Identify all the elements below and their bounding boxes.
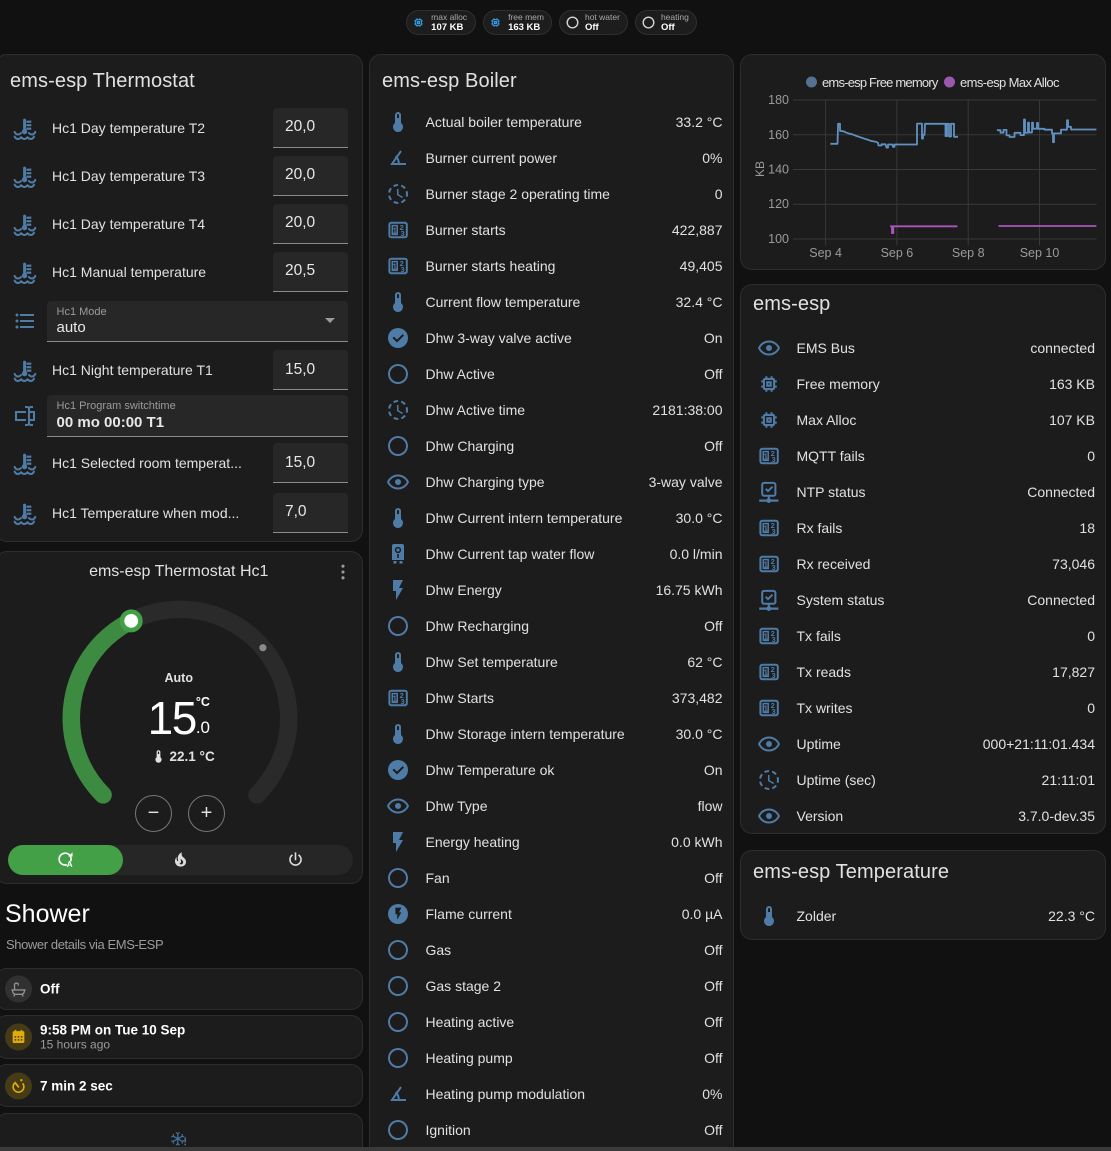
- svg-text:KB: KB: [753, 160, 767, 176]
- svg-text:ems-esp Max Alloc: ems-esp Max Alloc: [960, 75, 1060, 90]
- svg-text:140: 140: [768, 162, 789, 176]
- svg-text:160: 160: [768, 127, 789, 141]
- svg-text:ems-esp Free memory: ems-esp Free memory: [822, 75, 939, 90]
- svg-text:Sep 6: Sep 6: [880, 246, 913, 260]
- svg-text:Sep 10: Sep 10: [1019, 246, 1059, 260]
- svg-text:Sep 8: Sep 8: [951, 246, 984, 260]
- svg-text:180: 180: [768, 93, 789, 107]
- svg-text:Sep 4: Sep 4: [809, 246, 842, 260]
- svg-text:120: 120: [768, 197, 789, 211]
- svg-text:100: 100: [768, 232, 789, 246]
